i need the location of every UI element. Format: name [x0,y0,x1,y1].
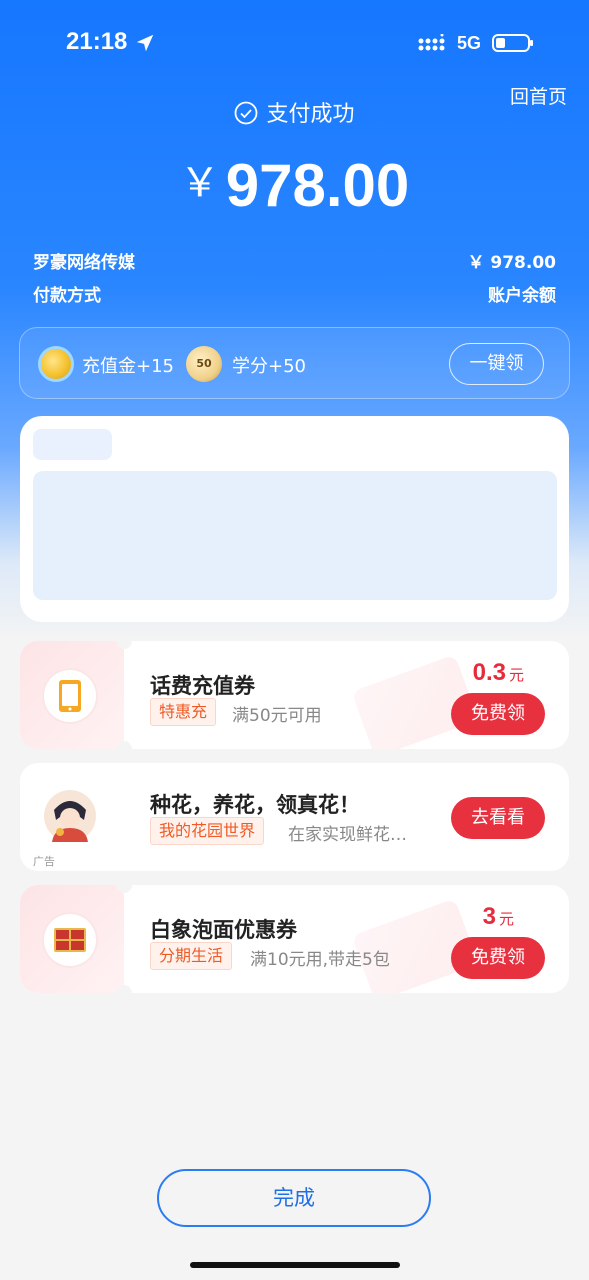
info-left-column: 罗豪网络传媒 付款方式 [33,247,135,313]
merchant-name: 罗豪网络传媒 [33,253,135,273]
phone-icon [44,670,96,722]
home-indicator [190,1262,400,1268]
ad-card-garden[interactable]: 广告 种花，养花，领真花！ 我的花园世界 在家实现鲜花… 去看看 [20,763,569,871]
reward-recharge: 充值金+15 [82,356,174,377]
payment-status-title: 支付成功 [0,96,589,128]
credit-badge-icon: 50 [186,346,222,382]
ad-title: 种花，养花，领真花！ [150,793,360,817]
info-right-column: ￥ 978.00 账户余额 [467,247,556,313]
coupon-price: 3元 [483,903,514,931]
coupon-notch-bottom [116,741,132,749]
price-unit: 元 [498,910,514,928]
recharge-coin-icon [38,346,74,382]
network-label: 5G [457,33,482,53]
payment-method-value: 账户余额 [488,286,556,306]
payment-amount: ￥ 978.00 [0,150,589,220]
ad-label: 广告 [33,855,55,868]
placeholder-label-block [33,429,112,460]
coupon-desc: 满10元用,带走5包 [250,950,390,970]
coupon-title: 话费充值券 [150,674,255,698]
check-circle-icon [235,101,258,125]
coupon-title: 白象泡面优惠券 [150,918,297,942]
claim-all-button[interactable]: 一键领 [449,343,544,385]
currency-symbol: ￥ [179,160,220,206]
coupon-tag: 分期生活 [150,942,233,970]
coupon-tag: 特惠充 [150,698,217,726]
amount-value: 978.00 [225,152,410,219]
status-bar: 21:18 5G [0,0,589,88]
noodle-pack-icon [44,914,96,966]
done-button[interactable]: 完成 [157,1169,431,1227]
placeholder-content-block [33,471,557,600]
view-button[interactable]: 去看看 [451,797,545,839]
title-text: 支付成功 [266,102,355,127]
rewards-bar: 充值金+15 50 学分+50 一键领 [19,327,570,399]
coupon-notch-bottom [116,985,132,993]
avatar-icon [44,790,96,842]
ad-placeholder-card [20,416,569,622]
coupon-card-phone[interactable]: 话费充值券 特惠充 满50元可用 0.3 元 免费领 [20,641,569,749]
battery-icon [492,34,533,52]
signal-icon [418,34,445,51]
status-time: 21:18 [66,28,128,55]
price-value: 0.3 [472,659,506,686]
price-unit: 元 [508,666,524,684]
price-value: 3 [482,903,496,930]
coupon-desc: 满50元可用 [232,706,322,726]
reward-credit: 学分+50 [232,356,306,377]
payment-method-label: 付款方式 [33,286,101,306]
coupon-price: 0.3 元 [473,659,524,687]
paid-amount: ￥ 978.00 [467,253,556,273]
coupon-card-noodle[interactable]: 白象泡面优惠券 分期生活 满10元用,带走5包 3元 免费领 [20,885,569,993]
ad-desc: 在家实现鲜花… [288,825,407,845]
location-arrow-icon [136,34,154,52]
claim-free-button[interactable]: 免费领 [451,693,545,735]
ad-tag: 我的花园世界 [150,817,265,845]
claim-free-button[interactable]: 免费领 [451,937,545,979]
